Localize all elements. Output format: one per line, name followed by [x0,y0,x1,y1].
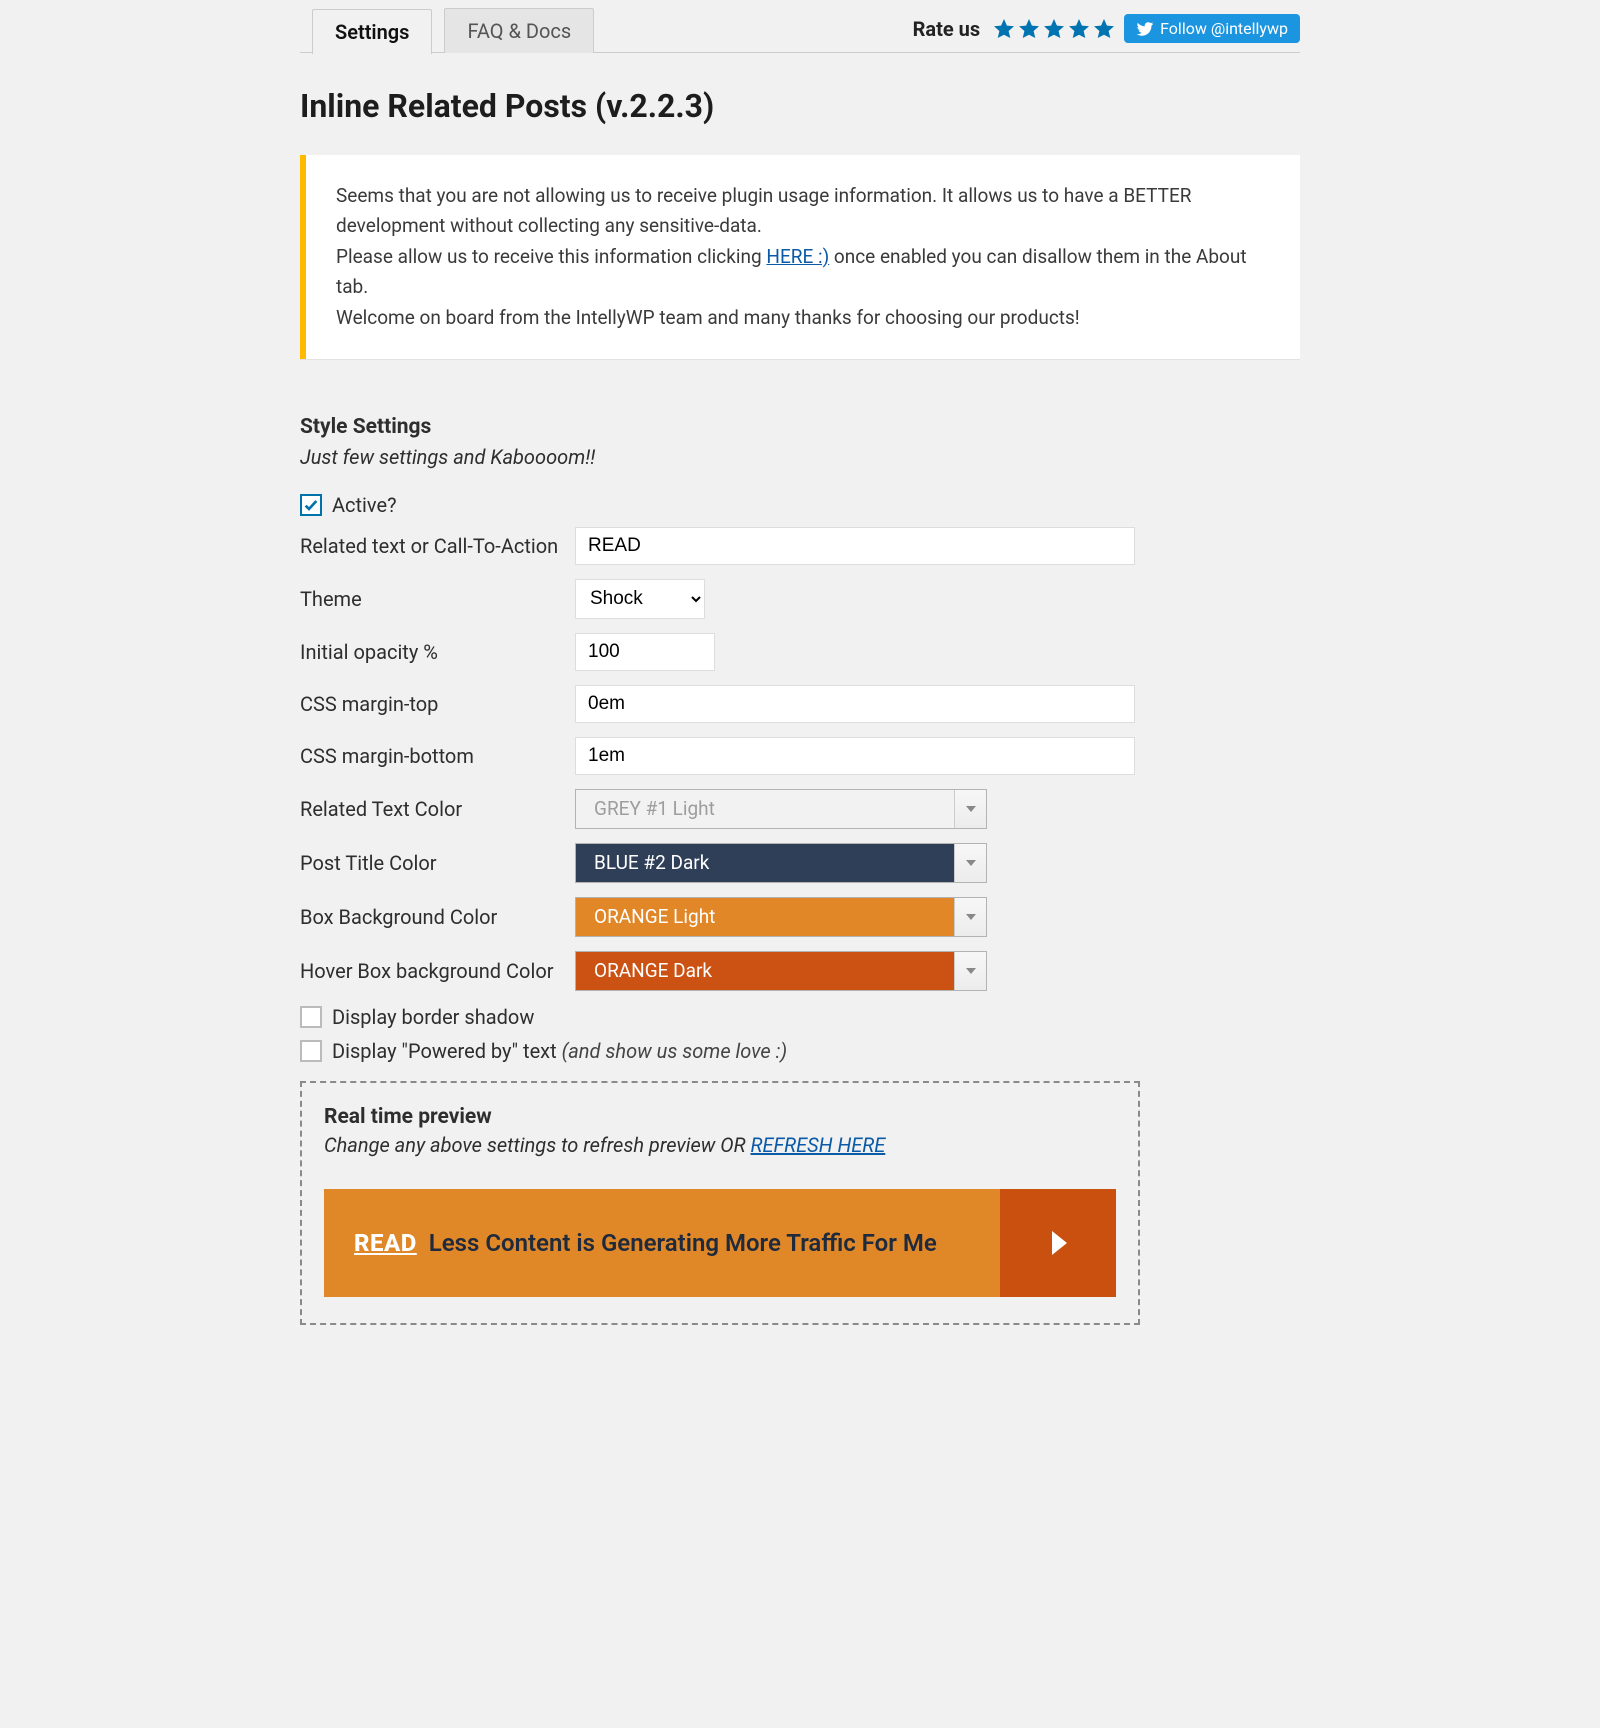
powered-by-checkbox[interactable] [300,1040,322,1062]
tracking-notice: Seems that you are not allowing us to re… [300,155,1300,359]
rating-stars[interactable] [992,17,1116,41]
chevron-down-icon [954,898,986,936]
post-title-color-label: Post Title Color [300,851,575,875]
star-icon [1067,17,1091,41]
post-title-color-select[interactable]: BLUE #2 Dark [575,843,987,883]
hover-box-bg-color-label: Hover Box background Color [300,959,575,983]
active-label: Active? [332,493,397,517]
star-icon [1092,17,1116,41]
star-icon [1017,17,1041,41]
related-text-color-label: Related Text Color [300,797,575,821]
box-bg-color-select[interactable]: ORANGE Light [575,897,987,937]
tab-faq-docs[interactable]: FAQ & Docs [444,8,594,53]
margin-bottom-label: CSS margin-bottom [300,744,575,768]
hover-box-bg-color-select[interactable]: ORANGE Dark [575,951,987,991]
color-value: ORANGE Light [576,898,954,936]
checkmark-icon [303,497,319,513]
preview-related-box[interactable]: READ Less Content is Generating More Tra… [324,1189,1116,1297]
preview-box-main: READ Less Content is Generating More Tra… [324,1189,1000,1297]
chevron-down-icon [954,790,986,828]
border-shadow-label: Display border shadow [332,1005,534,1029]
powered-by-label: Display "Powered by" text (and show us s… [332,1039,787,1063]
chevron-down-icon [954,952,986,990]
tab-settings[interactable]: Settings [312,9,432,54]
notice-line-1: Seems that you are not allowing us to re… [336,181,1270,242]
preview-title: Real time preview [324,1105,1116,1129]
preview-panel: Real time preview Change any above setti… [300,1081,1140,1325]
related-text-label: Related text or Call-To-Action [300,534,575,558]
section-subtitle: Just few settings and Kaboooom!! [300,445,1300,469]
top-bar: Settings FAQ & Docs Rate us Follow @inte… [300,0,1300,53]
chevron-right-icon [1040,1225,1076,1261]
notice-line-3: Welcome on board from the IntellyWP team… [336,303,1270,333]
chevron-down-icon [954,844,986,882]
opacity-label: Initial opacity % [300,640,575,664]
tabs: Settings FAQ & Docs [312,8,594,53]
rate-area: Rate us Follow @intellywp [913,14,1300,53]
margin-top-label: CSS margin-top [300,692,575,716]
enable-tracking-link[interactable]: HERE :) [766,245,829,268]
box-bg-color-label: Box Background Color [300,905,575,929]
margin-bottom-input[interactable] [575,737,1135,775]
related-text-input[interactable] [575,527,1135,565]
theme-select[interactable]: Shock [575,579,705,619]
color-value: BLUE #2 Dark [576,844,954,882]
rate-label: Rate us [913,17,985,41]
preview-read-label: READ [354,1229,417,1257]
opacity-input[interactable] [575,633,715,671]
twitter-follow-button[interactable]: Follow @intellywp [1124,14,1300,43]
margin-top-input[interactable] [575,685,1135,723]
theme-label: Theme [300,587,575,611]
refresh-preview-link[interactable]: REFRESH HERE [750,1133,885,1157]
preview-post-title: Less Content is Generating More Traffic … [429,1229,937,1257]
preview-arrow-box [1000,1189,1116,1297]
twitter-icon [1136,20,1154,38]
border-shadow-checkbox[interactable] [300,1006,322,1028]
style-settings-section: Style Settings Just few settings and Kab… [300,415,1300,1325]
twitter-follow-label: Follow @intellywp [1160,19,1288,38]
color-value: GREY #1 Light [576,790,954,828]
star-icon [992,17,1016,41]
color-value: ORANGE Dark [576,952,954,990]
related-text-color-select[interactable]: GREY #1 Light [575,789,987,829]
section-title: Style Settings [300,415,1300,439]
star-icon [1042,17,1066,41]
active-checkbox[interactable] [300,494,322,516]
preview-subtitle: Change any above settings to refresh pre… [324,1133,1116,1157]
page-title: Inline Related Posts (v.2.2.3) [300,87,1300,125]
notice-line-2: Please allow us to receive this informat… [336,242,1270,303]
